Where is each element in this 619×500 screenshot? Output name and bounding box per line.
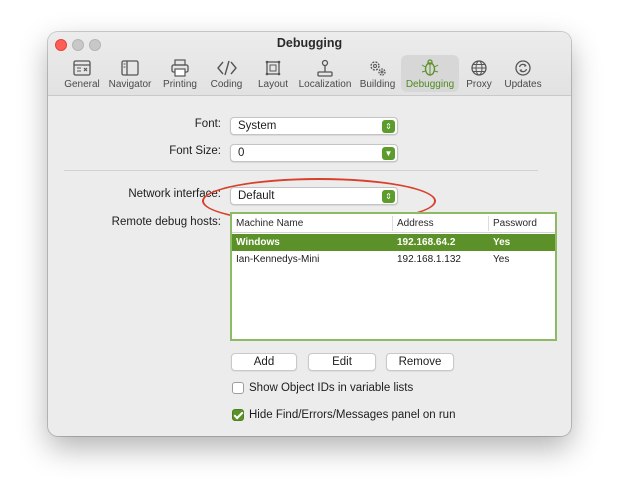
globe-icon — [471, 60, 487, 76]
font-size-label: Font Size: — [169, 145, 221, 157]
hide-panel-label: Hide Find/Errors/Messages panel on run — [249, 409, 456, 421]
layout-icon — [265, 60, 281, 76]
show-object-ids-option[interactable]: Show Object IDs in variable lists — [232, 380, 413, 396]
chevron-down-icon: ▼ — [382, 147, 395, 160]
hide-panel-option[interactable]: Hide Find/Errors/Messages panel on run — [232, 407, 455, 423]
tab-printing[interactable]: Printing — [157, 55, 203, 92]
debugging-pane: Font: System ⇕ Font Size: 0 ▼ Network in… — [48, 96, 571, 436]
show-object-ids-label: Show Object IDs in variable lists — [249, 382, 414, 394]
font-value: System — [238, 120, 277, 132]
title-bar: Debugging General Navigator Printing Cod… — [48, 32, 571, 96]
tab-label: Debugging — [405, 79, 455, 90]
tab-layout[interactable]: Layout — [250, 55, 296, 92]
cell-machine-name: Windows — [236, 237, 280, 248]
column-header-address[interactable]: Address — [397, 218, 434, 230]
tab-label: Updates — [504, 79, 542, 90]
font-label: Font: — [194, 118, 221, 130]
tab-building[interactable]: Building — [354, 55, 401, 92]
tab-label: Localization — [298, 79, 352, 90]
tab-label: Printing — [163, 79, 197, 90]
column-header-machine-name[interactable]: Machine Name — [236, 218, 303, 230]
tab-debugging[interactable]: Debugging — [401, 55, 459, 92]
tab-label: General — [64, 79, 100, 90]
tab-label: Navigator — [108, 79, 152, 90]
add-button[interactable]: Add — [231, 353, 297, 371]
navigator-icon — [121, 60, 139, 76]
hide-panel-checkbox[interactable] — [232, 409, 244, 421]
gears-icon — [369, 61, 386, 76]
table-row[interactable]: Ian-Kennedys-Mini 192.168.1.132 Yes — [232, 251, 555, 268]
remote-debug-hosts-label: Remote debug hosts: — [111, 216, 221, 228]
tab-general[interactable]: General — [61, 55, 103, 92]
section-divider — [64, 170, 538, 171]
bug-icon — [421, 59, 439, 76]
tab-coding[interactable]: Coding — [203, 55, 250, 92]
remote-hosts-table[interactable]: Machine Name Address Password Windows 19… — [230, 212, 557, 341]
tab-label: Layout — [257, 79, 289, 90]
cell-password: Yes — [493, 237, 511, 248]
code-icon — [216, 60, 237, 76]
tab-proxy[interactable]: Proxy — [459, 55, 499, 92]
cell-password: Yes — [493, 254, 510, 265]
table-header: Machine Name Address Password — [232, 214, 555, 233]
joystick-icon — [317, 59, 333, 77]
remove-button[interactable]: Remove — [386, 353, 454, 371]
general-icon — [73, 60, 91, 76]
tab-label: Proxy — [466, 79, 492, 90]
font-popup[interactable]: System ⇕ — [230, 117, 398, 135]
preferences-window: Debugging General Navigator Printing Cod… — [48, 32, 571, 436]
tab-updates[interactable]: Updates — [499, 55, 547, 92]
preferences-toolbar: General Navigator Printing Coding Layout… — [61, 55, 547, 93]
tab-label: Coding — [210, 79, 243, 90]
tab-navigator[interactable]: Navigator — [103, 55, 157, 92]
printer-icon — [171, 59, 189, 77]
font-size-combo[interactable]: 0 ▼ — [230, 144, 398, 162]
window-title: Debugging — [276, 36, 343, 50]
refresh-icon — [515, 60, 531, 76]
cell-address: 192.168.1.132 — [397, 254, 461, 265]
table-row[interactable]: Windows 192.168.64.2 Yes — [232, 234, 555, 251]
network-interface-label: Network interface: — [128, 188, 221, 200]
column-header-password[interactable]: Password — [493, 218, 537, 230]
font-size-value: 0 — [238, 147, 245, 159]
tab-localization[interactable]: Localization — [296, 55, 354, 92]
edit-button[interactable]: Edit — [308, 353, 376, 371]
cell-address: 192.168.64.2 — [397, 237, 456, 248]
column-separator — [392, 216, 393, 231]
column-separator — [488, 216, 489, 231]
show-object-ids-checkbox[interactable] — [232, 382, 244, 394]
chevron-updown-icon: ⇕ — [382, 120, 395, 133]
cell-machine-name: Ian-Kennedys-Mini — [236, 254, 320, 265]
tab-label: Building — [359, 79, 396, 90]
